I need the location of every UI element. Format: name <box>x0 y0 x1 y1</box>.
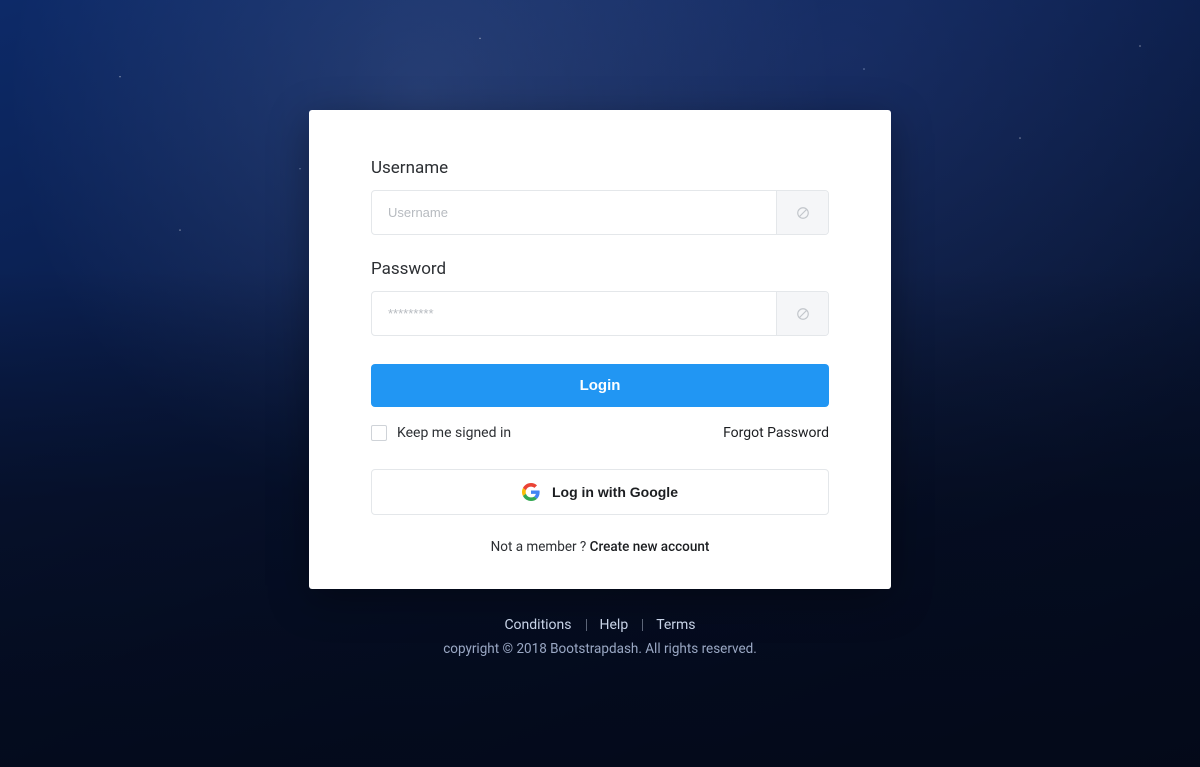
username-input[interactable] <box>372 191 776 234</box>
google-login-label: Log in with Google <box>552 484 678 500</box>
footer-link-conditions[interactable]: Conditions <box>490 617 585 633</box>
footer-link-help[interactable]: Help <box>586 617 643 633</box>
footer-links: Conditions Help Terms <box>443 617 757 633</box>
keep-signed-in-label: Keep me signed in <box>397 425 511 441</box>
create-account-link[interactable]: Create new account <box>590 539 710 555</box>
password-label: Password <box>371 259 829 279</box>
login-options-row: Keep me signed in Forgot Password <box>371 425 829 441</box>
google-login-button[interactable]: Log in with Google <box>371 469 829 515</box>
login-button[interactable]: Login <box>371 364 829 407</box>
block-icon <box>776 191 828 234</box>
signup-prompt: Not a member ? <box>491 539 590 555</box>
page-footer: Conditions Help Terms copyright © 2018 B… <box>443 617 757 657</box>
signup-line: Not a member ? Create new account <box>371 539 829 555</box>
forgot-password-link[interactable]: Forgot Password <box>723 425 829 441</box>
block-icon <box>776 292 828 335</box>
password-input[interactable] <box>372 292 776 335</box>
footer-link-terms[interactable]: Terms <box>642 617 709 633</box>
login-card: Username Password Login Keep me signed i… <box>309 110 891 589</box>
google-icon <box>522 483 540 501</box>
password-input-group <box>371 291 829 336</box>
checkbox-icon <box>371 425 387 441</box>
username-label: Username <box>371 158 829 178</box>
keep-signed-in-checkbox[interactable]: Keep me signed in <box>371 425 511 441</box>
username-input-group <box>371 190 829 235</box>
footer-copyright: copyright © 2018 Bootstrapdash. All righ… <box>443 641 757 657</box>
